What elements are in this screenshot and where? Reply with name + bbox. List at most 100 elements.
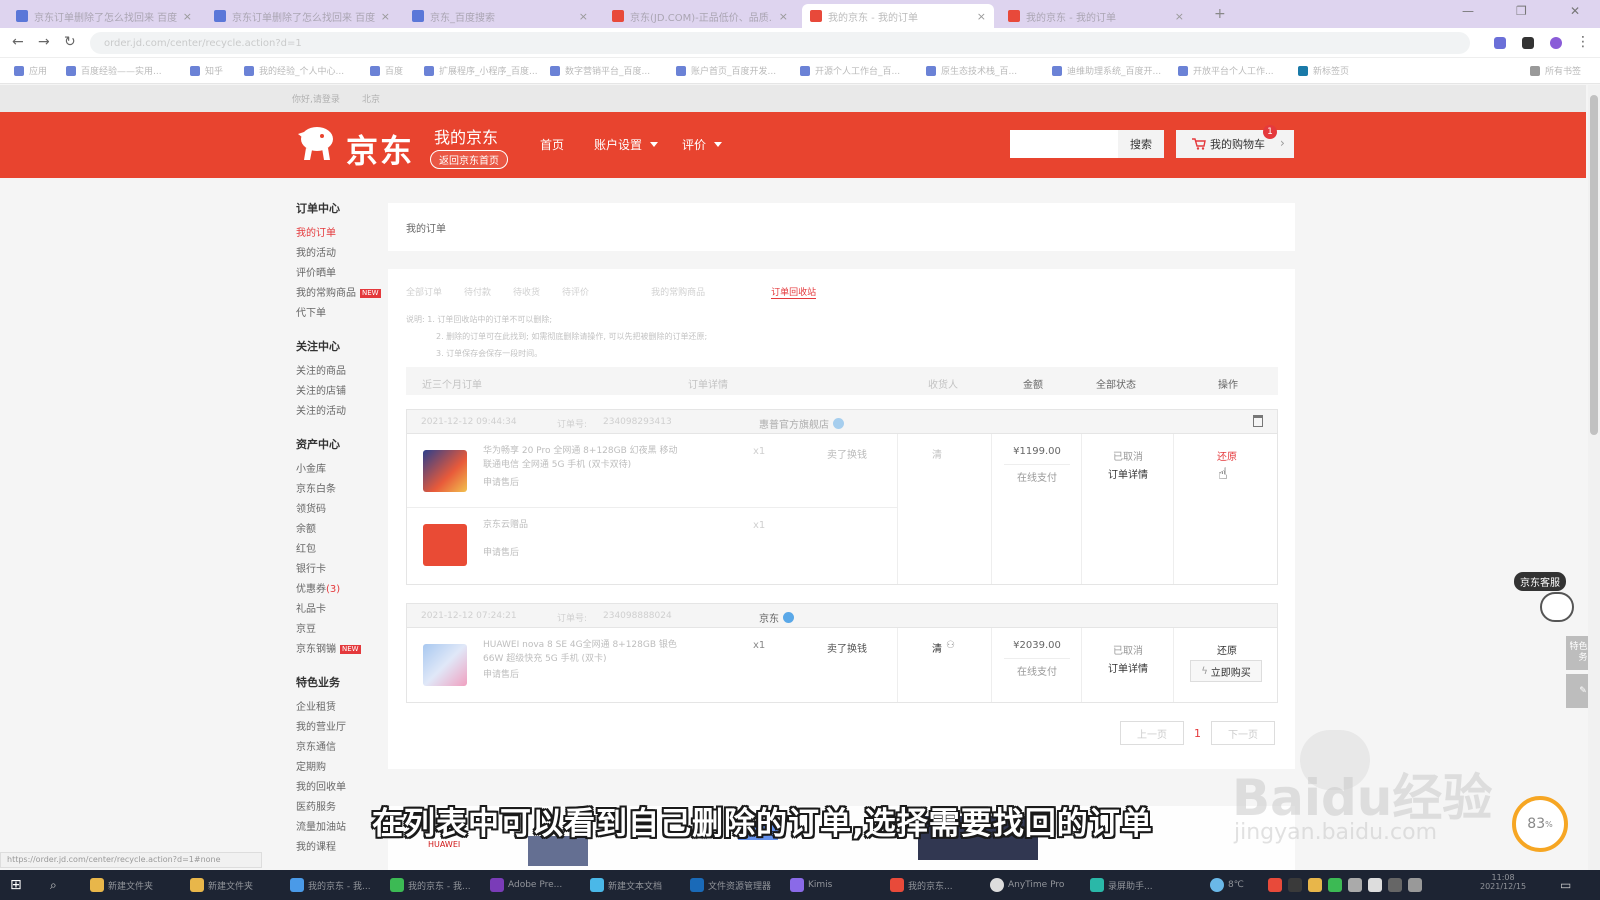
- bookmark[interactable]: 知乎: [190, 64, 223, 77]
- sidebar-item-followed-goods[interactable]: 关注的商品: [296, 362, 386, 382]
- page-scrollbar[interactable]: [1588, 85, 1600, 870]
- taskbar-item[interactable]: 文件资源管理器: [690, 876, 771, 894]
- close-icon[interactable]: ×: [381, 10, 390, 23]
- sidebar-item-business-hall[interactable]: 我的营业厅: [296, 718, 386, 738]
- sidebar-item-subscription[interactable]: 定期购: [296, 758, 386, 778]
- order-detail-link[interactable]: 订单详情: [1082, 660, 1174, 675]
- sidebar-item-bank-card[interactable]: 银行卡: [296, 560, 386, 580]
- sidebar-item-coupons[interactable]: 优惠券(3): [296, 580, 386, 600]
- sidebar-item-recycle-orders[interactable]: 我的回收单: [296, 778, 386, 798]
- taskbar-item[interactable]: 我的京东 - 我...: [290, 876, 371, 894]
- sidebar-item-vault[interactable]: 小金库: [296, 460, 386, 480]
- close-icon[interactable]: ×: [183, 10, 192, 23]
- taskbar-item[interactable]: 新建文件夹: [90, 876, 153, 894]
- restore-link[interactable]: 还原: [1174, 642, 1280, 657]
- sidebar-item-balance[interactable]: 余额: [296, 520, 386, 540]
- bookmark[interactable]: 账户首页_百度开发...: [676, 64, 776, 77]
- tab-frequent-goods[interactable]: 我的常购商品: [651, 285, 705, 299]
- login-link[interactable]: 你好,请登录: [292, 92, 340, 105]
- sell-for-cash-link[interactable]: 卖了换钱: [827, 446, 867, 461]
- bookmark[interactable]: 开放平台个人工作...: [1178, 64, 1274, 77]
- bookmark[interactable]: 开源个人工作台_百...: [800, 64, 900, 77]
- sidebar-item-pickup-code[interactable]: 领货码: [296, 500, 386, 520]
- close-icon[interactable]: ×: [779, 10, 788, 23]
- taskbar-item[interactable]: 我的京东 - 我...: [390, 876, 471, 894]
- product-title[interactable]: 华为畅享 20 Pro 全网通 8+128GB 幻夜黑 移动联通电信 全网通 5…: [483, 444, 683, 490]
- browser-tab[interactable]: 京东订单删除了怎么找回来 百度... ×: [8, 4, 200, 28]
- close-icon[interactable]: ×: [1175, 10, 1184, 23]
- taskbar-item[interactable]: 录屏助手...: [1090, 876, 1153, 894]
- buy-again-button[interactable]: ϟ 立即购买: [1190, 660, 1262, 682]
- taskbar-item[interactable]: 我的京东...: [890, 876, 953, 894]
- new-tab-icon[interactable]: +: [1214, 6, 1226, 22]
- url-input[interactable]: order.jd.com/center/recycle.action?d=1: [90, 32, 1470, 54]
- customer-service-robot-icon[interactable]: [1540, 592, 1574, 622]
- close-icon[interactable]: ×: [579, 10, 588, 23]
- close-window-icon[interactable]: ✕: [1570, 4, 1580, 18]
- chat-icon[interactable]: [833, 418, 844, 429]
- product-image[interactable]: [423, 450, 467, 492]
- tab-pending-review[interactable]: 待评价: [562, 285, 589, 299]
- taskbar-item[interactable]: Kimis: [790, 876, 832, 894]
- next-page-button[interactable]: 下一页: [1211, 721, 1275, 745]
- product-title[interactable]: 京东云赠品 申请售后: [483, 518, 683, 560]
- puzzle-icon[interactable]: [1522, 37, 1534, 49]
- bookmark[interactable]: 扩展程序_小程序_百度...: [424, 64, 538, 77]
- sidebar-item-enterprise-lease[interactable]: 企业租赁: [296, 698, 386, 718]
- chat-icon[interactable]: [783, 612, 794, 623]
- nav-account-settings[interactable]: 账户设置: [594, 136, 659, 153]
- clock[interactable]: 11:08 2021/12/15: [1480, 873, 1526, 897]
- nav-review[interactable]: 评价: [682, 136, 723, 153]
- sidebar-item-followed-activities[interactable]: 关注的活动: [296, 402, 386, 422]
- sidebar-item-my-orders[interactable]: 我的订单: [296, 224, 386, 244]
- close-icon[interactable]: ×: [977, 10, 986, 23]
- tab-all-orders[interactable]: 全部订单: [406, 285, 442, 299]
- weather-widget[interactable]: 8℃: [1210, 876, 1244, 894]
- prev-page-button[interactable]: 上一页: [1120, 721, 1184, 745]
- notification-icon[interactable]: ▭: [1560, 876, 1571, 894]
- sidebar-item-gift-card[interactable]: 礼品卡: [296, 600, 386, 620]
- browser-tab[interactable]: 京东_百度搜索 ×: [404, 4, 596, 28]
- bookmark[interactable]: 应用: [14, 64, 47, 77]
- sell-for-cash-link[interactable]: 卖了换钱: [827, 640, 867, 655]
- sidebar-item-frequent-goods[interactable]: 我的常购商品 NEW: [296, 284, 386, 304]
- minimize-icon[interactable]: —: [1462, 4, 1474, 18]
- back-icon[interactable]: ←: [12, 34, 24, 50]
- sidebar-item-reviews[interactable]: 评价晒单: [296, 264, 386, 284]
- tab-order-recycle-bin[interactable]: 订单回收站: [771, 285, 817, 299]
- jd-logo-text[interactable]: 京东: [346, 126, 414, 172]
- search-icon[interactable]: ⌕: [50, 876, 57, 894]
- tab-pending-receipt[interactable]: 待收货: [513, 285, 540, 299]
- browser-tab[interactable]: 京东订单删除了怎么找回来 百度... ×: [206, 4, 398, 28]
- all-bookmarks[interactable]: 所有书签: [1530, 64, 1581, 77]
- bookmark[interactable]: 迪维助理系统_百度开...: [1052, 64, 1161, 77]
- profile-icon[interactable]: [1550, 37, 1562, 49]
- nav-home[interactable]: 首页: [540, 136, 564, 153]
- windows-start-icon[interactable]: ⊞: [10, 876, 22, 894]
- sidebar-item-my-activities[interactable]: 我的活动: [296, 244, 386, 264]
- bookmark[interactable]: 数字营销平台_百度...: [550, 64, 650, 77]
- search-input[interactable]: [1010, 130, 1118, 158]
- time-range-select[interactable]: 近三个月订单: [422, 376, 482, 391]
- forward-icon[interactable]: →: [38, 34, 50, 50]
- taskbar-item[interactable]: 新建文本文档: [590, 876, 662, 894]
- product-image[interactable]: [423, 644, 467, 686]
- scrollbar-thumb[interactable]: [1590, 95, 1598, 435]
- order-detail-link[interactable]: 订单详情: [1082, 466, 1174, 481]
- shop-link[interactable]: 京东: [759, 610, 794, 625]
- product-image[interactable]: [423, 524, 467, 566]
- column-status-select[interactable]: 全部状态: [1096, 376, 1136, 391]
- system-tray[interactable]: [1268, 876, 1422, 894]
- user-icon[interactable]: ⚇: [946, 640, 955, 655]
- jd-dog-logo-icon[interactable]: [292, 122, 338, 164]
- bookmark[interactable]: 百度: [370, 64, 403, 77]
- customer-service-bubble[interactable]: 京东客服: [1514, 572, 1566, 591]
- taskbar-item[interactable]: Adobe Pre...: [490, 876, 562, 894]
- shop-link[interactable]: 惠普官方旗舰店: [759, 416, 844, 431]
- bookmark[interactable]: 原生态技术栈_百...: [926, 64, 1017, 77]
- bookmark[interactable]: 我的经验_个人中心...: [244, 64, 344, 77]
- tab-pending-payment[interactable]: 待付款: [464, 285, 491, 299]
- search-button[interactable]: 搜索: [1118, 130, 1164, 158]
- current-page[interactable]: 1: [1194, 727, 1201, 740]
- browser-tab-active[interactable]: 我的京东 - 我的订单 ×: [802, 4, 994, 28]
